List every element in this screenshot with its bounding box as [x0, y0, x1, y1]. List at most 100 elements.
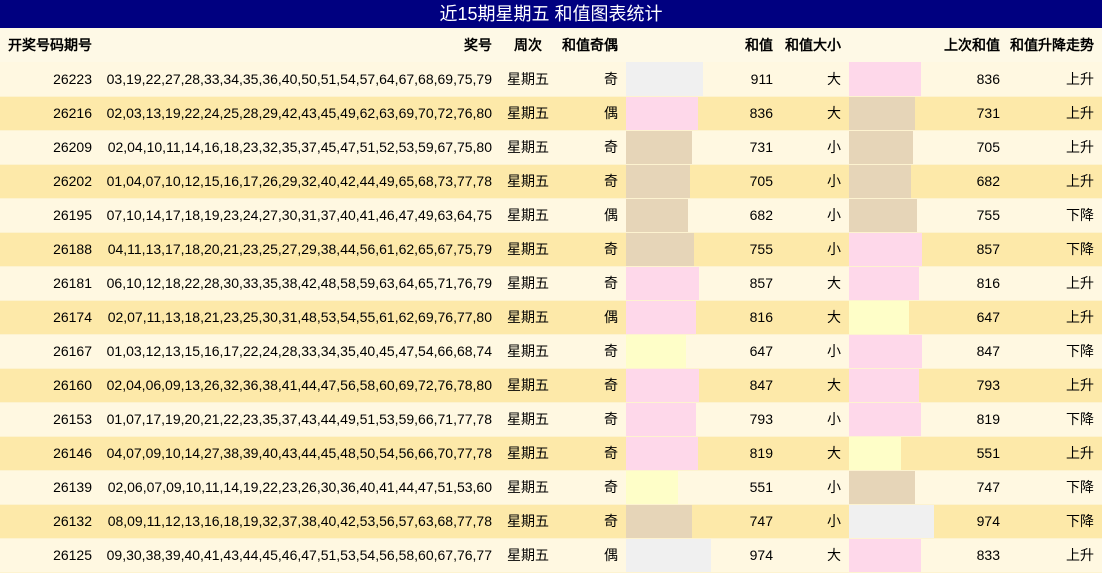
sum-value: 731 — [749, 139, 773, 155]
sum-cell: 847 — [626, 368, 777, 403]
issue-number: 26188 — [0, 232, 100, 267]
table-body: 26223 03,19,22,27,28,33,34,35,36,40,50,51… — [0, 62, 1102, 573]
issue-number: 26174 — [0, 300, 100, 335]
header-issue: 开奖号码期号 — [0, 28, 100, 62]
sum-cell: 793 — [626, 402, 777, 437]
sum-cell: 857 — [626, 266, 777, 301]
weekday: 星期五 — [502, 232, 554, 267]
sum-trend: 上升 — [1004, 130, 1102, 165]
header-size: 和值大小 — [777, 28, 849, 62]
sum-size: 小 — [777, 198, 849, 233]
weekday: 星期五 — [502, 334, 554, 369]
prev-sum-value: 847 — [976, 343, 1000, 359]
header-sum: 和值 — [626, 28, 777, 62]
weekday: 星期五 — [502, 96, 554, 131]
issue-number: 26223 — [0, 62, 100, 97]
sum-size: 大 — [777, 96, 849, 131]
sum-size: 小 — [777, 130, 849, 165]
sum-size: 小 — [777, 232, 849, 267]
sum-size: 小 — [777, 334, 849, 369]
sum-cell: 755 — [626, 232, 777, 267]
table-row: 26160 02,04,06,09,13,26,32,36,38,41,44,47… — [0, 368, 1102, 403]
prev-sum-value: 755 — [976, 207, 1000, 223]
weekday: 星期五 — [502, 300, 554, 335]
sum-cell: 974 — [626, 538, 777, 573]
sum-trend: 上升 — [1004, 164, 1102, 199]
page-title: 近15期星期五 和值图表统计 — [0, 0, 1102, 28]
sum-value: 816 — [749, 309, 773, 325]
sum-cell: 731 — [626, 130, 777, 165]
prev-sum-cell: 836 — [849, 62, 1004, 97]
sum-size: 大 — [777, 62, 849, 97]
table-row: 26125 09,30,38,39,40,41,43,44,45,46,47,51… — [0, 538, 1102, 573]
sum-parity: 奇 — [554, 164, 626, 199]
table-row: 26202 01,04,07,10,12,15,16,17,26,29,32,40… — [0, 164, 1102, 199]
sum-stats-table: 开奖号码期号 奖号 周次 和值奇偶 和值 和值大小 上次和值 和值升降走势 26… — [0, 28, 1102, 573]
sum-cell: 911 — [626, 62, 777, 97]
sum-parity: 奇 — [554, 62, 626, 97]
sum-trend: 上升 — [1004, 538, 1102, 573]
sum-size: 大 — [777, 300, 849, 335]
prev-sum-value: 682 — [976, 173, 1000, 189]
sum-value: 911 — [750, 70, 773, 87]
sum-value: 836 — [749, 105, 773, 121]
table-header: 开奖号码期号 奖号 周次 和值奇偶 和值 和值大小 上次和值 和值升降走势 — [0, 28, 1102, 62]
prev-sum-value: 793 — [976, 377, 1000, 393]
sum-parity: 奇 — [554, 436, 626, 471]
sum-value: 793 — [749, 411, 773, 427]
draw-numbers: 01,07,17,19,20,21,22,23,35,37,43,44,49,5… — [100, 402, 502, 437]
prev-sum-value: 833 — [976, 547, 1000, 563]
sum-cell: 705 — [626, 164, 777, 199]
sum-trend: 下降 — [1004, 470, 1102, 505]
draw-numbers: 02,07,11,13,18,21,23,25,30,31,48,53,54,5… — [100, 300, 502, 335]
sum-value: 705 — [749, 173, 773, 189]
sum-trend: 上升 — [1004, 266, 1102, 301]
sum-parity: 奇 — [554, 130, 626, 165]
prev-sum-value: 705 — [976, 139, 1000, 155]
draw-numbers: 02,04,06,09,13,26,32,36,38,41,44,47,56,5… — [100, 368, 502, 403]
sum-value: 647 — [749, 343, 773, 359]
prev-sum-value: 731 — [976, 105, 1000, 121]
prev-sum-cell: 705 — [849, 130, 1004, 165]
draw-numbers: 01,03,12,13,15,16,17,22,24,28,33,34,35,4… — [100, 334, 502, 369]
table-row: 26216 02,03,13,19,22,24,25,28,29,42,43,45… — [0, 96, 1102, 131]
prev-sum-value: 974 — [976, 513, 1000, 529]
prev-sum-cell: 857 — [849, 232, 1004, 267]
header-parity: 和值奇偶 — [554, 28, 626, 62]
sum-parity: 奇 — [554, 504, 626, 539]
sum-trend: 下降 — [1004, 504, 1102, 539]
sum-parity: 奇 — [554, 402, 626, 437]
issue-number: 26132 — [0, 504, 100, 539]
table-row: 26167 01,03,12,13,15,16,17,22,24,28,33,34… — [0, 334, 1102, 369]
sum-value: 755 — [749, 241, 773, 257]
issue-number: 26160 — [0, 368, 100, 403]
sum-value: 974 — [749, 547, 773, 563]
weekday: 星期五 — [502, 470, 554, 505]
sum-size: 小 — [777, 504, 849, 539]
prev-sum-value: 551 — [976, 445, 1000, 461]
prev-sum-cell: 647 — [849, 300, 1004, 335]
sum-parity: 偶 — [554, 96, 626, 131]
header-prev-sum: 上次和值 — [849, 28, 1004, 62]
issue-number: 26125 — [0, 538, 100, 573]
sum-trend: 上升 — [1004, 368, 1102, 403]
table-row: 26139 02,06,07,09,10,11,14,19,22,23,26,30… — [0, 470, 1102, 505]
table-row: 26188 04,11,13,17,18,20,21,23,25,27,29,38… — [0, 232, 1102, 267]
draw-numbers: 02,06,07,09,10,11,14,19,22,23,26,30,36,4… — [100, 470, 502, 505]
sum-size: 大 — [777, 368, 849, 403]
draw-numbers: 04,07,09,10,14,27,38,39,40,43,44,45,48,5… — [100, 436, 502, 471]
prev-sum-cell: 816 — [849, 266, 1004, 301]
sum-trend: 下降 — [1004, 334, 1102, 369]
sum-size: 大 — [777, 266, 849, 301]
page: 近15期星期五 和值图表统计 开奖号码期号 奖号 周次 和值奇偶 和值 和值大小… — [0, 0, 1102, 575]
draw-numbers: 09,30,38,39,40,41,43,44,45,46,47,51,53,5… — [100, 538, 502, 573]
draw-numbers: 01,04,07,10,12,15,16,17,26,29,32,40,42,4… — [100, 164, 502, 199]
sum-size: 小 — [777, 164, 849, 199]
weekday: 星期五 — [502, 504, 554, 539]
sum-trend: 下降 — [1004, 402, 1102, 437]
prev-sum-value: 836 — [976, 70, 1000, 87]
prev-sum-value: 647 — [976, 309, 1000, 325]
table-row: 26174 02,07,11,13,18,21,23,25,30,31,48,53… — [0, 300, 1102, 335]
draw-numbers: 03,19,22,27,28,33,34,35,36,40,50,51,54,5… — [100, 62, 502, 97]
table-row: 26223 03,19,22,27,28,33,34,35,36,40,50,51… — [0, 62, 1102, 97]
